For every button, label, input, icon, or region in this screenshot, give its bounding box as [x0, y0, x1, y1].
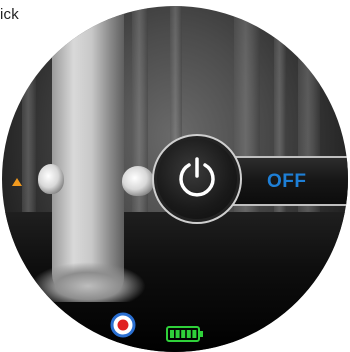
battery-cell	[192, 330, 197, 338]
boar-left	[38, 164, 64, 194]
battery-cell	[186, 330, 191, 338]
main-tree	[30, 6, 146, 302]
background-tree	[22, 6, 36, 216]
battery-cell	[170, 330, 174, 338]
power-icon	[179, 157, 215, 197]
battery-icon	[166, 326, 203, 342]
triangle-marker-icon	[12, 178, 22, 186]
thermal-viewport: OFF	[2, 6, 348, 352]
record-icon[interactable]	[110, 312, 136, 338]
boar-right	[122, 166, 154, 196]
power-panel[interactable]: OFF	[152, 134, 348, 224]
power-button[interactable]	[152, 134, 242, 224]
battery-cell	[181, 330, 186, 338]
battery-cell	[175, 330, 180, 338]
power-state-label: OFF	[267, 171, 307, 192]
